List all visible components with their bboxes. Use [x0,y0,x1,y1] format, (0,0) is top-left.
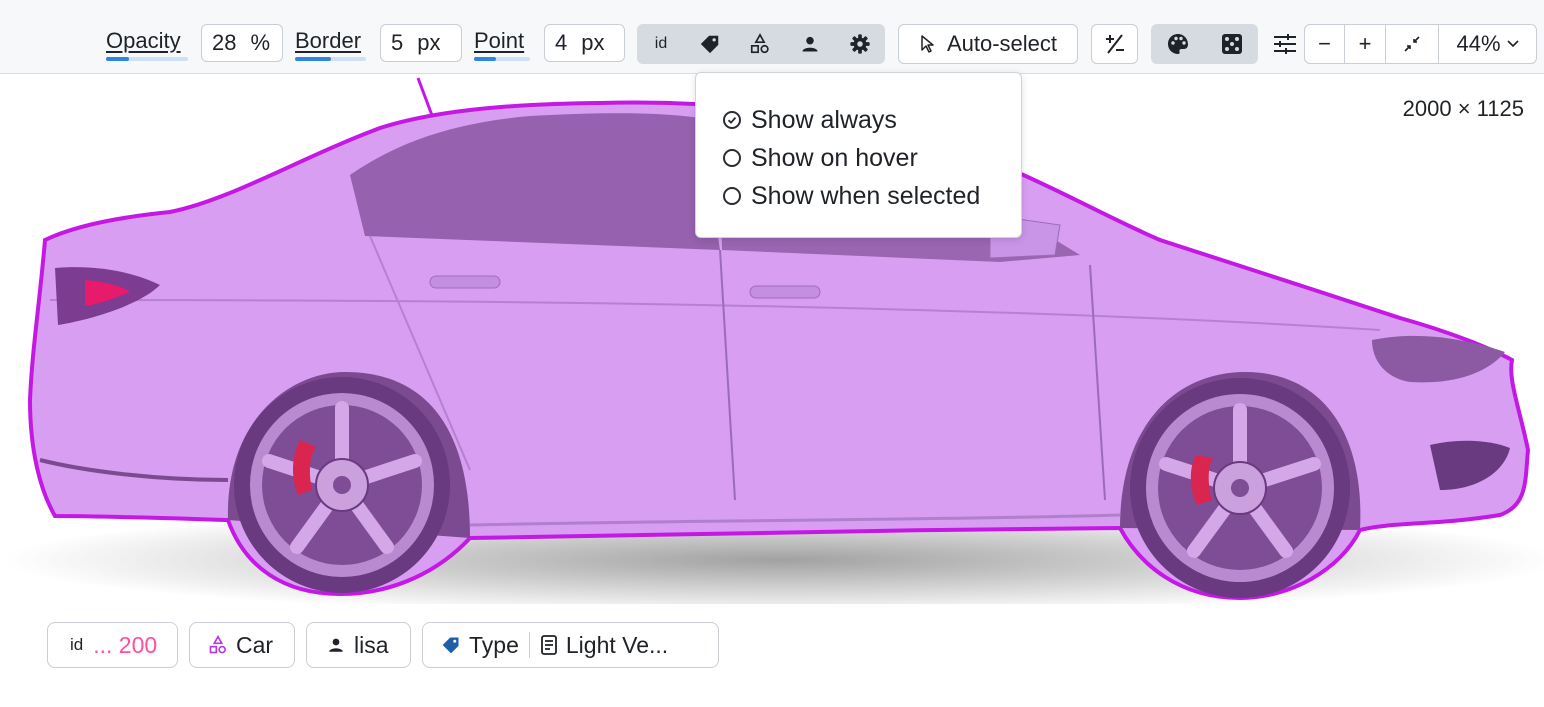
shapes-icon[interactable] [735,24,785,64]
menu-option-label: Show always [751,105,897,134]
zoom-level: 44% [1456,31,1501,56]
dice-icon[interactable] [1205,24,1258,64]
menu-option-show-always[interactable]: Show always [696,101,1021,139]
checked-circle-icon [723,111,741,129]
id-chip-label: id [70,635,84,654]
point-label: Point [474,28,525,53]
id-toggle[interactable]: id [637,24,685,64]
user-chip[interactable]: lisa [306,622,411,668]
fit-icon[interactable] [1386,25,1439,63]
attribute-chip[interactable]: Type Light Ve... [422,622,719,668]
front-wheel [1130,378,1350,598]
tag-icon [442,637,459,654]
point-slider[interactable] [474,57,530,61]
border-label: Border [295,28,362,53]
sliders-icon[interactable] [1272,32,1298,56]
border-input[interactable]: 5 px [380,24,462,62]
radio-icon [723,187,741,205]
user-icon[interactable] [785,24,835,64]
gear-icon[interactable] [835,24,885,64]
user-chip-label: lisa [354,631,389,658]
opacity-slider[interactable] [106,57,188,61]
auto-select-button[interactable]: Auto-select [898,24,1078,64]
plus-minus-icon[interactable] [1091,24,1138,64]
opacity-unit: % [250,30,271,55]
point-value[interactable]: 4 [555,25,567,61]
user-icon [329,638,343,652]
chevron-down-icon [1506,40,1519,48]
point-unit: px [581,30,605,55]
radio-icon [723,149,741,167]
border-value[interactable]: 5 [391,25,403,61]
attribute-chip-value: Light Ve... [565,631,669,658]
zoom-level-select[interactable]: 44% [1439,25,1536,63]
id-chip[interactable]: id ... 200 [47,622,178,668]
label-display-menu: Show always Show on hover Show when sele… [695,72,1022,238]
zoom-out-button[interactable]: − [1305,25,1345,63]
attribute-chip-name: Type [469,631,519,658]
document-icon [540,635,557,655]
id-chip-value: ... 200 [93,631,158,658]
cursor-icon [921,35,934,53]
menu-option-show-on-hover[interactable]: Show on hover [696,139,1021,177]
zoom-controls: − + 44% [1304,24,1537,64]
class-chip[interactable]: Car [189,622,295,668]
rear-wheel [234,377,450,593]
image-dimensions: 2000 × 1125 [1402,96,1524,121]
border-slider[interactable] [295,57,366,61]
label-toggle-group: id [637,24,885,64]
point-input[interactable]: 4 px [544,24,625,62]
opacity-value[interactable]: 28 [212,25,236,61]
class-chip-label: Car [236,631,274,658]
chip-divider [528,632,530,658]
color-mode-group [1151,24,1258,64]
shapes-icon [209,635,226,654]
opacity-input[interactable]: 28 % [201,24,283,62]
opacity-label: Opacity [106,28,181,53]
zoom-in-button[interactable]: + [1345,25,1386,63]
tag-icon[interactable] [685,24,735,64]
menu-option-label: Show when selected [751,181,981,210]
auto-select-label: Auto-select [946,31,1058,56]
menu-option-label: Show on hover [751,143,918,172]
menu-option-show-when-selected[interactable]: Show when selected [696,177,1021,215]
border-unit: px [417,30,441,55]
palette-icon[interactable] [1151,24,1205,64]
toolbar: Opacity 28 % Border 5 px Point 4 px id A… [0,0,1544,74]
